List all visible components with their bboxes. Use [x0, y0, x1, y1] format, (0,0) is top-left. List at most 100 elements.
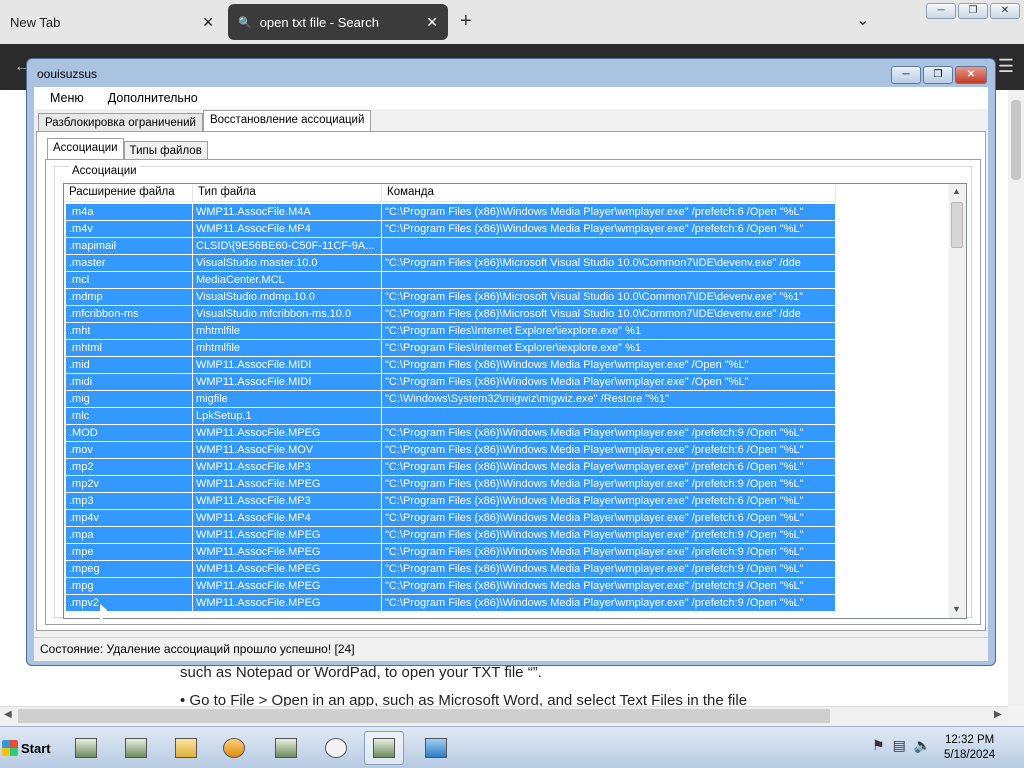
scroll-right-icon[interactable]: ▶	[994, 709, 1002, 720]
table-row[interactable]: .m4v WMP11.AssocFile.MP4 "C:\Program Files…	[66, 221, 836, 238]
cell-file-type: VisualStudio.mdmp.10.0	[193, 289, 382, 305]
taskbar-app-2[interactable]	[116, 731, 156, 765]
scroll-up-icon[interactable]: ▲	[952, 186, 961, 196]
close-button[interactable]: ✕	[990, 3, 1020, 19]
cell-file-type: WMP11.AssocFile.MOV	[193, 442, 382, 458]
cell-file-type: migfile	[193, 391, 382, 407]
taskbar-explorer[interactable]	[166, 731, 206, 765]
scroll-thumb[interactable]	[951, 202, 963, 248]
table-row[interactable]: .mig migfile "C:\Windows\System32\migwiz\m…	[66, 391, 836, 408]
tab-restore-associations[interactable]: Восстановление ассоциаций	[202, 110, 372, 131]
table-row[interactable]: .mhtml mhtmlfile "C:\Program Files\Interne…	[66, 340, 836, 357]
tab-associations[interactable]: Ассоциации	[47, 138, 124, 159]
table-row[interactable]: .mapimail CLSID\{9E56BE60-C50F-11CF-9A...	[66, 238, 836, 255]
column-header-file-type[interactable]: Тип файла	[193, 184, 382, 202]
minimize-button[interactable]: ─	[926, 3, 956, 19]
table-row[interactable]: .mid WMP11.AssocFile.MIDI "C:\Program File…	[66, 357, 836, 374]
table-row[interactable]: .mp3 WMP11.AssocFile.MP3 "C:\Program Files…	[66, 493, 836, 510]
clock-icon	[325, 738, 347, 758]
cell-command: "C:\Program Files (x86)\Windows Media Pl…	[382, 357, 836, 373]
cell-extension: .mpv2	[66, 595, 193, 611]
table-row[interactable]: .mpg WMP11.AssocFile.MPEG "C:\Program File…	[66, 578, 836, 595]
new-tab-button[interactable]: +	[460, 10, 472, 33]
table-row[interactable]: .master VisualStudio.master.10.0 "C:\Progr…	[66, 255, 836, 272]
clock[interactable]: 12:32 PM 5/18/2024	[944, 733, 995, 763]
chevron-down-icon[interactable]: ⌄	[856, 10, 869, 30]
maximize-button[interactable]: ❐	[958, 3, 988, 19]
tab-search[interactable]: 🔍 open txt file - Search ✕	[228, 4, 448, 40]
table-row[interactable]: .mht mhtmlfile "C:\Program Files\Internet …	[66, 323, 836, 340]
table-row[interactable]: .mov WMP11.AssocFile.MOV "C:\Program Files…	[66, 442, 836, 459]
scroll-thumb[interactable]	[1011, 100, 1021, 180]
network-icon[interactable]: ▤	[893, 737, 906, 754]
cell-extension: .mp4v	[66, 510, 193, 526]
minimize-button[interactable]: ─	[891, 66, 921, 84]
table-row[interactable]: .mdmp VisualStudio.mdmp.10.0 "C:\Program F…	[66, 289, 836, 306]
tab-new-tab[interactable]: New Tab ✕	[0, 4, 224, 40]
table-row[interactable]: .mpv2 WMP11.AssocFile.MPEG "C:\Program Fil…	[66, 595, 836, 612]
cell-extension: .mp2	[66, 459, 193, 475]
status-bar: Состояние: Удаление ассоциаций прошло ус…	[34, 637, 988, 659]
tab-file-types[interactable]: Типы файлов	[123, 141, 208, 159]
mouse-cursor	[100, 604, 107, 624]
close-icon[interactable]: ✕	[202, 14, 214, 31]
windows-logo-icon	[2, 740, 18, 756]
table-row[interactable]: .m4a WMP11.AssocFile.M4A "C:\Program Files…	[66, 204, 836, 221]
cell-file-type: WMP11.AssocFile.MPEG	[193, 544, 382, 560]
cell-extension: .MOD	[66, 425, 193, 441]
scroll-left-icon[interactable]: ◀	[4, 709, 12, 720]
scroll-thumb[interactable]	[18, 709, 830, 723]
taskbar-app-active[interactable]	[364, 731, 404, 765]
list-scrollbar[interactable]: ▲ ▼	[949, 184, 966, 618]
cell-command: "C:\Program Files (x86)\Microsoft Visual…	[382, 255, 836, 271]
cell-extension: .mdmp	[66, 289, 193, 305]
table-row[interactable]: .mp2 WMP11.AssocFile.MP3 "C:\Program Files…	[66, 459, 836, 476]
menu-item-menu[interactable]: Меню	[34, 87, 92, 109]
table-row[interactable]: .mp4v WMP11.AssocFile.MP4 "C:\Program File…	[66, 510, 836, 527]
window-client: Меню Дополнительно Разблокировка огранич…	[34, 87, 988, 661]
table-row[interactable]: .mfcribbon-ms VisualStudio.mfcribbon-ms.1…	[66, 306, 836, 323]
start-label: Start	[21, 740, 51, 756]
table-row[interactable]: .mlc LpkSetup.1	[66, 408, 836, 425]
taskbar-clock-app[interactable]	[316, 731, 356, 765]
cell-file-type: mhtmlfile	[193, 340, 382, 356]
menu-item-advanced[interactable]: Дополнительно	[92, 87, 206, 109]
flag-icon[interactable]: ⚑	[872, 737, 885, 754]
cell-file-type: mhtmlfile	[193, 323, 382, 339]
tab-panel: Ассоциации Типы файлов Ассоциации Расшир…	[36, 131, 986, 631]
taskbar-control-panel[interactable]	[416, 731, 456, 765]
table-row[interactable]: .mpeg WMP11.AssocFile.MPEG "C:\Program Fil…	[66, 561, 836, 578]
tab-label: New Tab	[10, 14, 61, 30]
cell-command: "C:\Windows\System32\migwiz\migwiz.exe" …	[382, 391, 836, 407]
associations-list[interactable]: Расширение файла Тип файла Команда .m4a W…	[63, 183, 967, 619]
table-row[interactable]: .mpe WMP11.AssocFile.MPEG "C:\Program File…	[66, 544, 836, 561]
close-button[interactable]: ✕	[955, 66, 987, 84]
app-window: oouisuzsus ─ ❐ ✕ Меню Дополнительно Разб…	[26, 58, 996, 666]
cell-command: "C:\Program Files (x86)\Windows Media Pl…	[382, 221, 836, 237]
cell-file-type: WMP11.AssocFile.MP3	[193, 459, 382, 475]
horizontal-scrollbar[interactable]: ◀ ▶	[0, 706, 1008, 726]
taskbar-media-player[interactable]	[214, 731, 254, 765]
table-row[interactable]: .midi WMP11.AssocFile.MIDI "C:\Program Fil…	[66, 374, 836, 391]
inner-tabs: Ассоциации Типы файлов	[47, 138, 208, 159]
start-button[interactable]: Start	[2, 735, 54, 761]
page-scrollbar[interactable]	[1008, 90, 1024, 706]
system-tray: ⚑ ▤ 🔈	[872, 737, 931, 754]
list-rows: .m4a WMP11.AssocFile.M4A "C:\Program Files…	[66, 204, 836, 612]
scroll-down-icon[interactable]: ▼	[952, 604, 961, 614]
table-row[interactable]: .mp2v WMP11.AssocFile.MPEG "C:\Program Fil…	[66, 476, 836, 493]
taskbar-app-1[interactable]	[66, 731, 106, 765]
table-row[interactable]: .mpa WMP11.AssocFile.MPEG "C:\Program File…	[66, 527, 836, 544]
volume-icon[interactable]: 🔈	[914, 737, 931, 754]
column-header-command[interactable]: Команда	[382, 184, 836, 202]
taskbar-app-3[interactable]	[266, 731, 306, 765]
cell-file-type: WMP11.AssocFile.MIDI	[193, 357, 382, 373]
column-header-extension[interactable]: Расширение файла	[64, 184, 193, 202]
tab-unlock-restrictions[interactable]: Разблокировка ограничений	[38, 113, 203, 131]
close-icon[interactable]: ✕	[426, 14, 438, 31]
table-row[interactable]: .mcl MediaCenter.MCL	[66, 272, 836, 289]
table-row[interactable]: .MOD WMP11.AssocFile.MPEG "C:\Program File…	[66, 425, 836, 442]
maximize-button[interactable]: ❐	[923, 66, 953, 84]
cell-extension: .mhtml	[66, 340, 193, 356]
menu-icon[interactable]: ☰	[998, 56, 1014, 77]
